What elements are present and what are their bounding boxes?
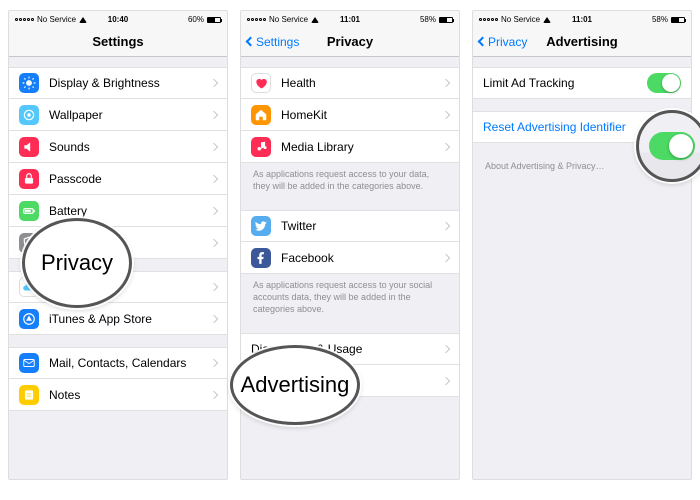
- settings-group: Twitter Facebook As applications request a…: [241, 210, 459, 321]
- chevron-right-icon: [210, 110, 218, 118]
- group-footer: As applications request access to your s…: [241, 274, 459, 321]
- page-title: Advertising: [473, 34, 691, 49]
- chevron-right-icon: [442, 142, 450, 150]
- status-bar: No Service 11:01 58%: [241, 11, 459, 27]
- toggle-icon: [649, 132, 695, 160]
- callout-toggle: [636, 110, 700, 182]
- chevron-right-icon: [210, 79, 218, 87]
- chevron-right-icon: [442, 345, 450, 353]
- row-label: Notes: [49, 388, 211, 402]
- page-title: Privacy: [241, 34, 459, 49]
- group-footer: As applications request access to your d…: [241, 163, 459, 198]
- chevron-right-icon: [210, 283, 218, 291]
- row-label: HomeKit: [281, 108, 443, 122]
- row-label: Health: [281, 76, 443, 90]
- signal-icon: [15, 18, 34, 21]
- homekit-icon: [251, 105, 271, 125]
- toggle-switch[interactable]: [647, 73, 681, 93]
- battery-percent: 58%: [420, 15, 436, 24]
- facebook-row[interactable]: Facebook: [241, 242, 459, 274]
- row-label: Passcode: [49, 172, 211, 186]
- status-bar: No Service 11:01 58%: [473, 11, 691, 27]
- callout-label: Privacy: [22, 218, 132, 308]
- chevron-right-icon: [442, 254, 450, 262]
- callout-label: Advertising: [230, 345, 360, 425]
- clock-label: 11:01: [340, 15, 360, 24]
- battery-icon: [207, 17, 221, 23]
- signal-icon: [247, 18, 266, 21]
- passcode-row[interactable]: Passcode: [9, 163, 227, 195]
- wifi-icon: [79, 17, 87, 23]
- status-bar: No Service 10:40 60%: [9, 11, 227, 27]
- media-library-row[interactable]: Media Library: [241, 131, 459, 163]
- row-label: Media Library: [281, 140, 443, 154]
- row-label: Sounds: [49, 140, 211, 154]
- row-label: Twitter: [281, 219, 443, 233]
- mail-contacts-calendars-row[interactable]: Mail, Contacts, Calendars: [9, 347, 227, 379]
- settings-group: Limit Ad Tracking: [473, 67, 691, 99]
- chevron-right-icon: [210, 206, 218, 214]
- wifi-icon: [311, 17, 319, 23]
- carrier-label: No Service: [37, 15, 76, 24]
- facebook-icon: [251, 248, 271, 268]
- row-label: Limit Ad Tracking: [483, 76, 647, 90]
- chevron-right-icon: [442, 222, 450, 230]
- wallpaper-row[interactable]: Wallpaper: [9, 99, 227, 131]
- notes-row[interactable]: Notes: [9, 379, 227, 411]
- sounds-row[interactable]: Sounds: [9, 131, 227, 163]
- navbar: Settings: [9, 27, 227, 57]
- carrier-label: No Service: [501, 15, 540, 24]
- health-row[interactable]: Health: [241, 67, 459, 99]
- page-title: Settings: [9, 34, 227, 49]
- chevron-right-icon: [210, 314, 218, 322]
- chevron-right-icon: [442, 79, 450, 87]
- limit-ad-tracking-row[interactable]: Limit Ad Tracking: [473, 67, 691, 99]
- media-icon: [251, 137, 271, 157]
- chevron-right-icon: [210, 390, 218, 398]
- wallpaper-icon: [19, 105, 39, 125]
- wifi-icon: [543, 17, 551, 23]
- row-label: Mail, Contacts, Calendars: [49, 356, 211, 370]
- row-label: Battery: [49, 204, 211, 218]
- mail-icon: [19, 353, 39, 373]
- health-icon: [251, 73, 271, 93]
- settings-group: Health HomeKit Media Library As application…: [241, 67, 459, 198]
- battery-icon: [19, 201, 39, 221]
- battery-row[interactable]: Battery: [9, 195, 227, 227]
- display-brightness-row[interactable]: Display & Brightness: [9, 67, 227, 99]
- carrier-label: No Service: [269, 15, 308, 24]
- battery-percent: 58%: [652, 15, 668, 24]
- battery-icon: [439, 17, 453, 23]
- row-label: iTunes & App Store: [49, 312, 211, 326]
- row-label: Facebook: [281, 251, 443, 265]
- twitter-icon: [251, 216, 271, 236]
- chevron-right-icon: [442, 377, 450, 385]
- display-icon: [19, 73, 39, 93]
- appstore-icon: [19, 309, 39, 329]
- sounds-icon: [19, 137, 39, 157]
- navbar: Settings Privacy: [241, 27, 459, 57]
- itunes-app-store-row[interactable]: iTunes & App Store: [9, 303, 227, 335]
- passcode-icon: [19, 169, 39, 189]
- battery-icon: [671, 17, 685, 23]
- notes-icon: [19, 385, 39, 405]
- chevron-right-icon: [210, 359, 218, 367]
- navbar: Privacy Advertising: [473, 27, 691, 57]
- clock-label: 10:40: [108, 15, 128, 24]
- chevron-right-icon: [210, 238, 218, 246]
- chevron-right-icon: [442, 110, 450, 118]
- row-label: Wallpaper: [49, 108, 211, 122]
- chevron-right-icon: [210, 142, 218, 150]
- settings-group: Mail, Contacts, Calendars Notes: [9, 347, 227, 411]
- chevron-right-icon: [210, 174, 218, 182]
- battery-percent: 60%: [188, 15, 204, 24]
- screen-3: No Service 11:01 58% Privacy Advertising…: [472, 10, 692, 480]
- row-label: Display & Brightness: [49, 76, 211, 90]
- homekit-row[interactable]: HomeKit: [241, 99, 459, 131]
- signal-icon: [479, 18, 498, 21]
- clock-label: 11:01: [572, 15, 592, 24]
- twitter-row[interactable]: Twitter: [241, 210, 459, 242]
